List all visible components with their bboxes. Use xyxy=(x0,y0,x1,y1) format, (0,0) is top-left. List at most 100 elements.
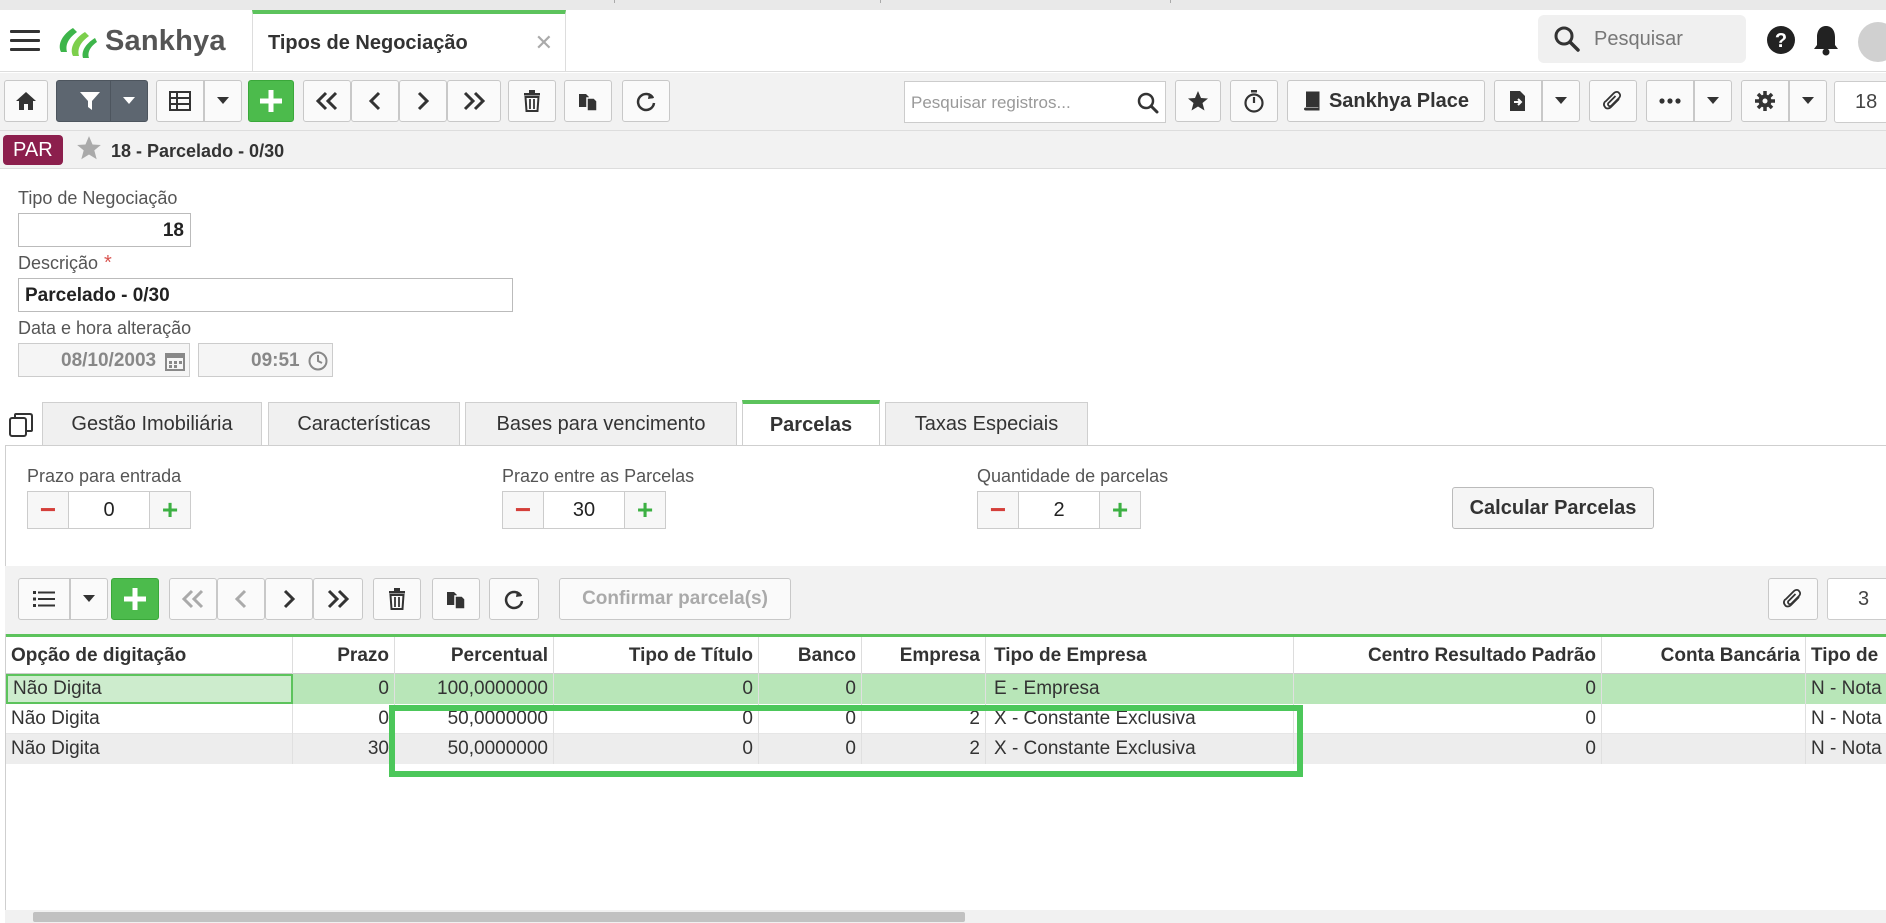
grid-delete-button[interactable] xyxy=(373,578,421,620)
grid-next-button[interactable] xyxy=(265,578,313,620)
list-dropdown-button[interactable] xyxy=(70,578,108,620)
calcular-parcelas-button[interactable]: Calcular Parcelas xyxy=(1452,487,1654,529)
export-dropdown-button[interactable] xyxy=(1542,80,1580,122)
column-header[interactable]: Tipo de xyxy=(1806,637,1886,674)
cell-centro-resultado[interactable]: 0 xyxy=(1294,734,1602,764)
more-options-button[interactable] xyxy=(1646,80,1694,122)
horizontal-scrollbar[interactable] xyxy=(5,910,1886,923)
chevron-down-icon xyxy=(1802,97,1814,104)
cell-opcao[interactable]: Não Digita xyxy=(6,674,293,704)
copy-icon[interactable] xyxy=(8,412,34,438)
bell-icon[interactable] xyxy=(1812,24,1840,56)
cell-opcao[interactable]: Não Digita xyxy=(6,734,293,764)
export-button[interactable] xyxy=(1494,80,1542,122)
cell-tipo-de[interactable]: N - Nota xyxy=(1806,674,1886,704)
tipo-negociacao-field[interactable]: 18 xyxy=(18,213,191,247)
column-header[interactable]: Opção de digitação xyxy=(6,637,293,674)
tab-gestao-imobiliaria[interactable]: Gestão Imobiliária xyxy=(42,402,262,446)
prazo-entre-decrement[interactable]: − xyxy=(502,491,544,529)
delete-button[interactable] xyxy=(508,80,556,122)
quantidade-increment[interactable]: + xyxy=(1099,491,1141,529)
quantidade-input[interactable]: 2 xyxy=(1019,491,1099,529)
scrollbar-thumb[interactable] xyxy=(33,912,965,922)
help-icon[interactable]: ? xyxy=(1766,25,1796,55)
cell-opcao[interactable]: Não Digita xyxy=(6,704,293,734)
cell-prazo[interactable]: 0 xyxy=(293,704,395,734)
settings-dropdown-button[interactable] xyxy=(1789,80,1827,122)
more-dropdown-button[interactable] xyxy=(1694,80,1732,122)
grid-page-count[interactable]: 3 xyxy=(1827,578,1886,620)
cell-centro-resultado[interactable]: 0 xyxy=(1294,674,1602,704)
grid-first-button[interactable] xyxy=(169,578,217,620)
next-record-button[interactable] xyxy=(399,80,447,122)
timer-button[interactable] xyxy=(1230,80,1278,122)
attach-button[interactable] xyxy=(1589,80,1637,122)
search-icon[interactable] xyxy=(1137,92,1159,114)
sankhya-place-button[interactable]: Sankhya Place xyxy=(1287,80,1485,122)
confirmar-parcelas-button[interactable]: Confirmar parcela(s) xyxy=(559,578,791,620)
cell-banco[interactable]: 0 xyxy=(759,674,862,704)
cell-tipo-de[interactable]: N - Nota xyxy=(1806,704,1886,734)
quantidade-decrement[interactable]: − xyxy=(977,491,1019,529)
cell-conta-bancaria[interactable] xyxy=(1602,734,1806,764)
grid-last-button[interactable] xyxy=(313,578,363,620)
column-header[interactable]: Conta Bancária xyxy=(1602,637,1806,674)
previous-record-button[interactable] xyxy=(351,80,399,122)
record-search-input[interactable]: Pesquisar registros... xyxy=(904,81,1166,123)
prazo-entre-increment[interactable]: + xyxy=(624,491,666,529)
prazo-entrada-increment[interactable]: + xyxy=(149,491,191,529)
add-parcela-button[interactable] xyxy=(111,578,159,620)
refresh-button[interactable] xyxy=(622,80,670,122)
first-record-button[interactable] xyxy=(303,80,351,122)
column-header[interactable]: Tipo de Empresa xyxy=(986,637,1294,674)
grid-prev-button[interactable] xyxy=(217,578,265,620)
grid-view-button[interactable] xyxy=(156,80,204,122)
filter-dropdown-button[interactable] xyxy=(110,80,148,122)
tab-tipos-de-negociacao[interactable]: Tipos de Negociação ✕ xyxy=(252,10,566,72)
home-button[interactable] xyxy=(4,80,48,122)
prazo-entrada-input[interactable]: 0 xyxy=(69,491,149,529)
last-record-button[interactable] xyxy=(447,80,501,122)
grid-refresh-button[interactable] xyxy=(489,578,539,620)
menu-icon[interactable] xyxy=(10,30,40,52)
star-icon[interactable] xyxy=(76,135,102,161)
duplicate-button[interactable] xyxy=(564,80,612,122)
tab-taxas-especiais[interactable]: Taxas Especiais xyxy=(885,402,1088,446)
column-header[interactable]: Percentual xyxy=(395,637,554,674)
favorite-button[interactable] xyxy=(1175,80,1221,122)
prazo-entrada-decrement[interactable]: − xyxy=(27,491,69,529)
cell-empresa[interactable] xyxy=(862,674,986,704)
column-header[interactable]: Prazo xyxy=(293,637,395,674)
cell-conta-bancaria[interactable] xyxy=(1602,674,1806,704)
column-header[interactable]: Tipo de Título xyxy=(554,637,759,674)
cell-tipo-de[interactable]: N - Nota xyxy=(1806,734,1886,764)
record-count[interactable]: 18 xyxy=(1834,81,1886,123)
cell-tipo-empresa[interactable]: E - Empresa xyxy=(986,674,1294,704)
table-row[interactable]: Não Digita 0 100,0000000 0 0 E - Empresa… xyxy=(6,674,1886,704)
tab-parcelas[interactable]: Parcelas xyxy=(742,400,880,446)
cell-centro-resultado[interactable]: 0 xyxy=(1294,704,1602,734)
cell-conta-bancaria[interactable] xyxy=(1602,704,1806,734)
settings-button[interactable] xyxy=(1741,80,1789,122)
prazo-entre-input[interactable]: 30 xyxy=(544,491,624,529)
sankhya-logo[interactable]: Sankhya xyxy=(55,22,226,60)
grid-attach-button[interactable] xyxy=(1768,578,1818,620)
close-icon[interactable]: ✕ xyxy=(535,30,553,56)
avatar[interactable] xyxy=(1858,22,1886,62)
add-button[interactable] xyxy=(248,80,294,122)
list-view-button[interactable] xyxy=(18,578,70,620)
cell-prazo[interactable]: 30 xyxy=(293,734,395,764)
column-header[interactable]: Empresa xyxy=(862,637,986,674)
cell-tipo-titulo[interactable]: 0 xyxy=(554,674,759,704)
descricao-field[interactable]: Parcelado - 0/30 xyxy=(18,278,513,312)
column-header[interactable]: Banco xyxy=(759,637,862,674)
cell-percentual[interactable]: 100,0000000 xyxy=(395,674,554,704)
column-header[interactable]: Centro Resultado Padrão xyxy=(1294,637,1602,674)
tab-bases-vencimento[interactable]: Bases para vencimento xyxy=(465,402,737,446)
cell-prazo[interactable]: 0 xyxy=(293,674,395,704)
list-icon xyxy=(33,591,55,607)
global-search-input[interactable]: Pesquisar xyxy=(1538,15,1746,63)
view-dropdown-button[interactable] xyxy=(204,80,242,122)
tab-caracteristicas[interactable]: Características xyxy=(268,402,460,446)
grid-duplicate-button[interactable] xyxy=(432,578,480,620)
